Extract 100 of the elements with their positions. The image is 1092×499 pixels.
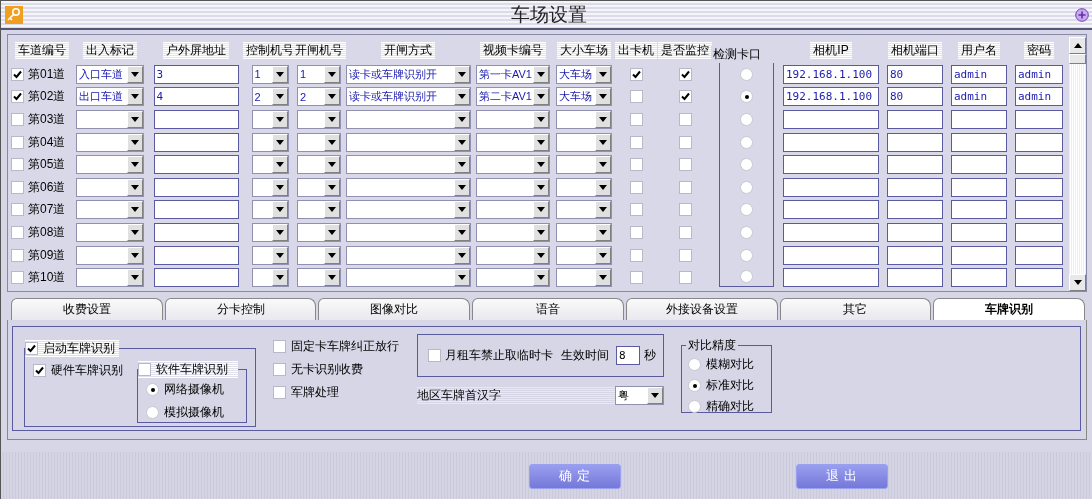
radio-button[interactable] — [740, 67, 753, 81]
input-field[interactable] — [783, 245, 879, 265]
checkbox[interactable] — [629, 248, 643, 262]
input-field[interactable] — [1015, 110, 1063, 129]
dropdown[interactable] — [251, 268, 289, 288]
checkbox[interactable] — [629, 225, 643, 239]
input-field[interactable] — [887, 222, 943, 242]
input-field[interactable] — [153, 177, 239, 197]
dropdown[interactable]: 读卡或车牌识别开 — [345, 64, 471, 84]
checkbox[interactable] — [629, 135, 643, 149]
input-field[interactable] — [887, 155, 943, 175]
input-field[interactable] — [1015, 200, 1063, 220]
dropdown[interactable]: 2 — [251, 87, 289, 107]
input-field[interactable] — [951, 155, 1007, 175]
input-field[interactable]: 192.168.1.100 — [783, 64, 879, 84]
radio-button[interactable] — [740, 225, 753, 239]
input-field[interactable] — [951, 222, 1007, 242]
input-field[interactable] — [951, 200, 1007, 220]
input-field[interactable] — [153, 245, 239, 265]
checkbox[interactable] — [138, 363, 151, 376]
radio-button[interactable] — [146, 406, 159, 419]
dropdown[interactable] — [297, 110, 341, 129]
radio-button[interactable] — [740, 269, 753, 283]
input-field[interactable] — [887, 110, 943, 129]
dropdown[interactable]: 第二卡AV1 — [476, 87, 550, 107]
input-field[interactable] — [153, 155, 239, 175]
input-field[interactable]: admin — [951, 87, 1007, 107]
radio-button[interactable] — [740, 248, 753, 262]
input-field[interactable] — [783, 268, 879, 288]
radio-button[interactable] — [688, 400, 701, 413]
checkbox[interactable] — [629, 203, 643, 217]
radio-button[interactable] — [740, 90, 753, 104]
radio-button[interactable] — [740, 135, 753, 149]
down-arrow-icon[interactable] — [1073, 280, 1082, 285]
dropdown[interactable] — [251, 155, 289, 175]
tab[interactable]: 其它 — [779, 298, 932, 320]
checkbox[interactable] — [11, 225, 24, 239]
input-field[interactable] — [153, 110, 239, 129]
input-field[interactable] — [951, 132, 1007, 152]
tab[interactable]: 收费设置 — [11, 298, 163, 320]
dropdown[interactable] — [251, 200, 289, 220]
checkbox[interactable] — [11, 271, 24, 285]
dropdown[interactable] — [297, 132, 341, 152]
input-field[interactable] — [783, 132, 879, 152]
checkbox[interactable] — [629, 67, 643, 81]
dropdown[interactable]: 出口车道 — [76, 87, 144, 107]
checkbox[interactable] — [678, 180, 692, 194]
checkbox[interactable] — [11, 67, 24, 81]
checkbox[interactable] — [678, 135, 692, 149]
input-field[interactable] — [887, 200, 943, 220]
input-field[interactable] — [1015, 155, 1063, 175]
input-field[interactable] — [887, 177, 943, 197]
tab[interactable]: 图像对比 — [318, 298, 471, 320]
checkbox[interactable] — [629, 90, 643, 104]
input-field[interactable] — [951, 110, 1007, 129]
input-field[interactable] — [153, 268, 239, 288]
input-field[interactable] — [887, 132, 943, 152]
input-field[interactable] — [951, 177, 1007, 197]
dropdown[interactable] — [297, 177, 341, 197]
checkbox[interactable] — [11, 90, 24, 104]
radio-button[interactable] — [740, 158, 753, 172]
input-field[interactable] — [887, 245, 943, 265]
checkbox[interactable] — [678, 271, 692, 285]
checkbox[interactable] — [629, 271, 643, 285]
checkbox[interactable] — [11, 113, 24, 126]
input-field[interactable]: 3 — [153, 64, 239, 84]
input-field[interactable] — [887, 268, 943, 288]
input-field[interactable]: 8 — [616, 346, 640, 365]
checkbox[interactable] — [678, 225, 692, 239]
checkbox[interactable] — [678, 113, 692, 126]
checkbox[interactable] — [629, 113, 643, 126]
dropdown[interactable]: 大车场 — [556, 87, 612, 107]
radio-button[interactable] — [740, 180, 753, 194]
input-field[interactable] — [783, 200, 879, 220]
dropdown[interactable]: 读卡或车牌识别开 — [345, 87, 471, 107]
checkbox[interactable] — [11, 180, 24, 194]
radio-button[interactable] — [740, 203, 753, 217]
dropdown[interactable] — [297, 200, 341, 220]
tab[interactable]: 外接设备设置 — [625, 298, 778, 320]
input-field[interactable] — [153, 200, 239, 220]
dropdown[interactable]: 1 — [251, 64, 289, 84]
dropdown[interactable] — [251, 110, 289, 129]
checkbox[interactable] — [678, 248, 692, 262]
checkbox[interactable] — [678, 67, 692, 81]
input-field[interactable] — [783, 155, 879, 175]
checkbox[interactable] — [33, 364, 46, 377]
dropdown[interactable]: 入口车道 — [76, 64, 144, 84]
input-field[interactable]: admin — [1015, 64, 1063, 84]
checkbox[interactable] — [11, 158, 24, 172]
dropdown[interactable]: 粤 — [615, 386, 664, 405]
dropdown[interactable] — [251, 222, 289, 242]
checkbox[interactable] — [629, 158, 643, 172]
radio-button[interactable] — [146, 383, 159, 396]
checkbox[interactable] — [273, 340, 286, 353]
input-field[interactable] — [1015, 132, 1063, 152]
input-field[interactable] — [951, 268, 1007, 288]
input-field[interactable] — [1015, 245, 1063, 265]
scrollbar-thumb[interactable] — [1069, 54, 1086, 64]
dropdown[interactable] — [297, 245, 341, 265]
dropdown[interactable]: 1 — [297, 64, 341, 84]
